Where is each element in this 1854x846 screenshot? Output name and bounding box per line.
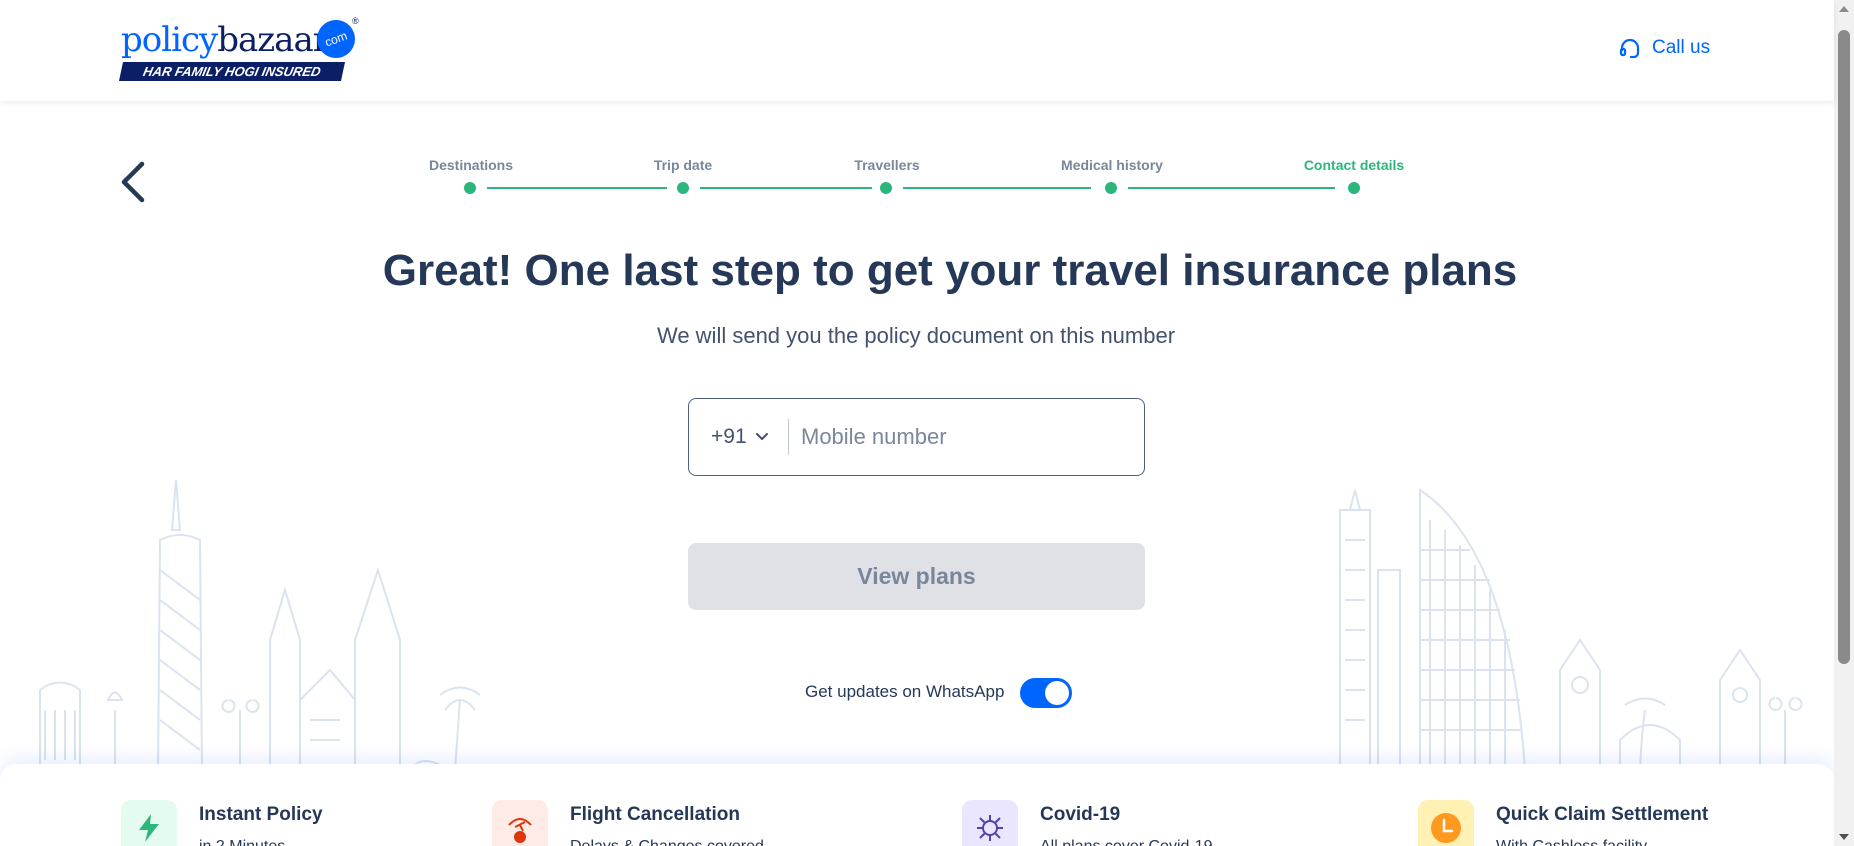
page-title: Great! One last step to get your travel … — [382, 246, 1518, 295]
toggle-knob — [1045, 681, 1069, 705]
step-destinations-label: Destinations — [428, 157, 514, 173]
field-separator — [788, 419, 789, 455]
page-scrollbar[interactable] — [1834, 0, 1854, 846]
headset-icon — [1619, 38, 1640, 59]
country-code-value: +91 — [711, 425, 747, 448]
logo-tagline: HAR FAMILY HOGI INSURED — [118, 62, 346, 81]
scroll-up-arrow-icon[interactable] — [1839, 6, 1849, 12]
step-travellers-label: Travellers — [854, 157, 920, 173]
step-connector — [487, 187, 667, 189]
feature-subtitle: All plans cover Covid-19 — [1040, 838, 1213, 846]
whatsapp-updates-toggle[interactable] — [1020, 678, 1072, 708]
virus-icon — [962, 800, 1018, 846]
mobile-number-field: +91 — [688, 398, 1145, 476]
step-connector — [1128, 187, 1335, 189]
whatsapp-updates-label: Get updates on WhatsApp — [805, 682, 1005, 701]
step-destinations-dot — [464, 182, 476, 194]
clock-icon — [1418, 800, 1474, 846]
feature-instant-policy: Instant Policy in 2 Minutes — [121, 800, 323, 846]
step-connector — [903, 187, 1091, 189]
chevron-left-icon — [121, 161, 145, 203]
feature-subtitle: in 2 Minutes — [199, 838, 323, 846]
city-skyline-illustration — [39, 479, 1803, 770]
logo-wordmark: policybazaar — [121, 20, 329, 60]
country-code-select[interactable]: +91 — [711, 399, 769, 475]
step-medical-history-label: Medical history — [1061, 157, 1163, 173]
feature-flight-cancellation: Flight Cancellation Delays & Changes cov… — [492, 800, 764, 846]
scroll-down-arrow-icon[interactable] — [1839, 834, 1849, 840]
page-subtitle: We will send you the policy document on … — [656, 323, 1176, 348]
call-us-label: Call us — [1652, 37, 1711, 58]
lightning-icon — [121, 800, 177, 846]
feature-covid-19: Covid-19 All plans cover Covid-19 — [962, 800, 1213, 846]
call-us-link[interactable]: Call us — [1618, 36, 1710, 60]
feature-subtitle: Delays & Changes covered — [570, 838, 764, 846]
plane-icon — [492, 800, 548, 846]
site-header: policybazaar com ® HAR FAMILY HOGI INSUR… — [0, 0, 1834, 101]
feature-subtitle: With Cashless facility — [1496, 838, 1708, 846]
feature-title: Flight Cancellation — [570, 804, 740, 825]
step-travellers-dot — [880, 182, 892, 194]
mobile-number-input[interactable] — [801, 413, 1121, 461]
logo-registered-mark: ® — [352, 16, 359, 26]
back-button[interactable] — [118, 160, 152, 204]
view-plans-button[interactable]: View plans — [688, 543, 1145, 610]
feature-title: Quick Claim Settlement — [1496, 804, 1709, 825]
step-trip-date-label: Trip date — [653, 157, 713, 173]
step-trip-date-dot — [677, 182, 689, 194]
feature-quick-claim-settlement: Quick Claim Settlement With Cashless fac… — [1418, 800, 1708, 846]
step-contact-details-dot — [1348, 182, 1360, 194]
policybazaar-logo[interactable]: policybazaar com ® HAR FAMILY HOGI INSUR… — [118, 14, 361, 84]
step-contact-details-label: Contact details — [1303, 157, 1405, 173]
chevron-down-icon — [755, 433, 768, 440]
feature-title: Instant Policy — [199, 804, 323, 825]
scrollbar-thumb[interactable] — [1838, 30, 1850, 664]
feature-title: Covid-19 — [1040, 804, 1121, 825]
step-medical-history-dot — [1105, 182, 1117, 194]
step-connector — [700, 187, 872, 189]
